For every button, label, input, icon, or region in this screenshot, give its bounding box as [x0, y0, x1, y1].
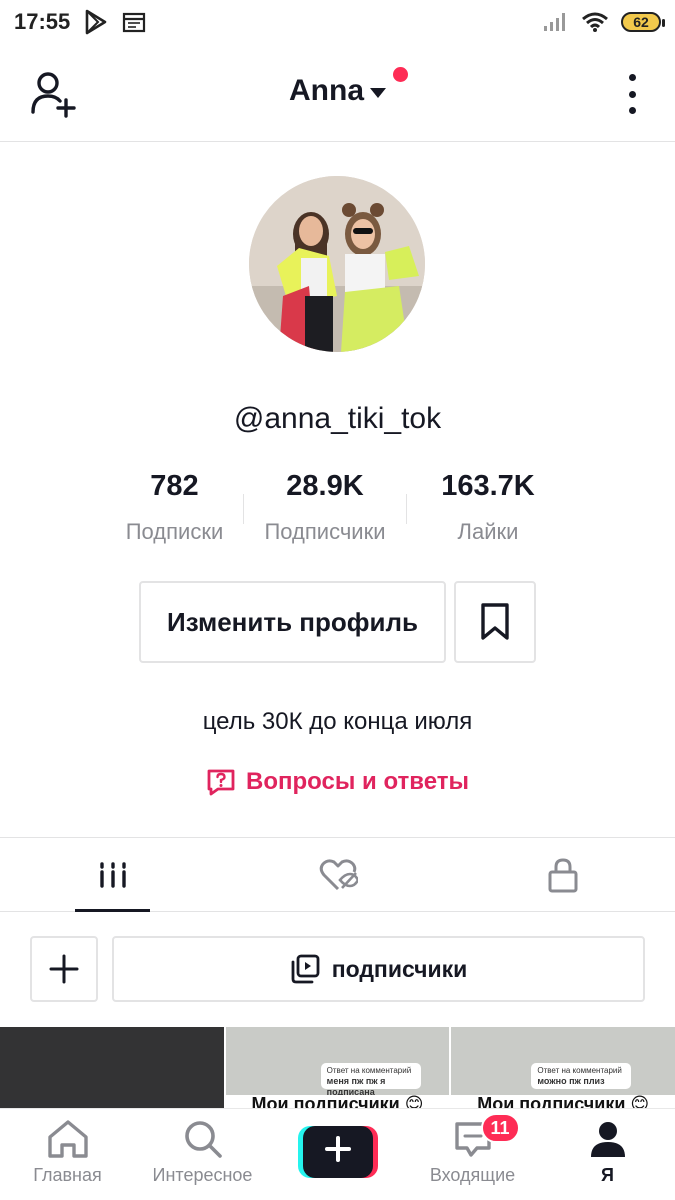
- plus-icon: [324, 1136, 351, 1162]
- favorites-button[interactable]: [454, 581, 536, 663]
- followers-stat[interactable]: 28.9K Подписчики: [244, 470, 406, 545]
- avatar[interactable]: [249, 176, 425, 352]
- video-thumbnail[interactable]: [0, 1027, 224, 1109]
- reply-card-heading: Ответ на комментарий: [326, 1066, 412, 1075]
- playlist-icon: [291, 954, 320, 984]
- create-button[interactable]: [297, 1126, 378, 1178]
- video-caption: Мои подписчики 😊: [251, 1094, 424, 1109]
- bottom-navigation: Главная Интересное Входящие 11 Я: [0, 1108, 675, 1200]
- profile-icon: [590, 1122, 625, 1157]
- reply-card-text: можно пж плиз: [537, 1076, 605, 1086]
- bookmark-icon: [481, 603, 509, 640]
- qa-link[interactable]: Вопросы и ответы: [0, 768, 675, 796]
- edit-profile-button[interactable]: Изменить профиль: [139, 581, 446, 663]
- following-stat[interactable]: 782 Подписки: [106, 470, 243, 545]
- avatar-photo: [249, 176, 425, 352]
- battery-level: 62: [633, 14, 649, 30]
- nav-home-label: Главная: [33, 1165, 102, 1185]
- signal-icon: [544, 13, 565, 31]
- grid-icon: [99, 861, 126, 888]
- wifi-icon: [582, 12, 608, 32]
- nav-inbox-label: Входящие: [429, 1165, 516, 1185]
- comment-reply-card: Ответ на комментарий меня пж пж я подпис…: [320, 1063, 421, 1097]
- status-bar: 17:55 62: [0, 0, 675, 44]
- followers-label: Подписчики: [264, 519, 386, 544]
- video-thumbnail[interactable]: Ответ на комментарий меня пж пж я подпис…: [225, 1027, 450, 1109]
- likes-count: 163.7K: [441, 470, 535, 502]
- playlist-label: подписчики: [331, 955, 468, 982]
- calendar-icon: [123, 12, 146, 33]
- playlist-button[interactable]: подписчики: [112, 936, 645, 1002]
- lock-icon: [548, 857, 577, 892]
- nav-home[interactable]: Главная: [0, 1109, 135, 1200]
- following-label: Подписки: [125, 519, 224, 544]
- content-tabs: [0, 837, 675, 912]
- inbox-badge: 11: [480, 1113, 520, 1143]
- search-icon: [184, 1121, 222, 1158]
- video-thumbnail[interactable]: Ответ на комментарий можно пж плиз Мои п…: [451, 1027, 675, 1109]
- qa-label: Вопросы и ответы: [246, 768, 469, 795]
- tab-private[interactable]: [450, 838, 675, 911]
- likes-stat[interactable]: 163.7K Лайки: [407, 470, 569, 545]
- video-caption: Мои подписчики 😊: [477, 1094, 650, 1109]
- nav-me[interactable]: Я: [540, 1109, 675, 1200]
- battery-indicator: 62: [621, 12, 665, 32]
- chevron-down-icon: [370, 88, 386, 98]
- play-store-icon: [85, 9, 107, 35]
- hidden-heart-icon: [319, 858, 358, 890]
- comment-reply-card: Ответ на комментарий можно пж плиз: [531, 1063, 632, 1089]
- nav-discover[interactable]: Интересное: [135, 1109, 270, 1200]
- nav-discover-label: Интересное: [152, 1165, 253, 1185]
- plus-icon: [49, 954, 79, 984]
- question-bubble-icon: [207, 769, 235, 796]
- profile-bio: цель 30К до конца июля: [202, 708, 473, 735]
- nav-me-label: Я: [601, 1165, 614, 1185]
- more-options-icon[interactable]: [625, 74, 639, 114]
- followers-count: 28.9K: [286, 470, 364, 502]
- home-icon: [47, 1120, 88, 1158]
- nav-inbox[interactable]: Входящие 11: [405, 1109, 540, 1200]
- reply-card-heading: Ответ на комментарий: [537, 1066, 622, 1075]
- following-count: 782: [150, 470, 199, 502]
- add-playlist-button[interactable]: [30, 936, 98, 1002]
- tab-videos[interactable]: [0, 838, 225, 912]
- tab-liked[interactable]: [225, 838, 450, 911]
- account-name: Anna: [289, 74, 364, 107]
- username: @anna_tiki_tok: [233, 402, 442, 435]
- status-time: 17:55: [14, 9, 71, 34]
- video-grid: Ответ на комментарий меня пж пж я подпис…: [0, 1027, 675, 1109]
- profile-stats: 782 Подписки 28.9K Подписчики 163.7K Лай…: [0, 470, 675, 545]
- profile-header: Anna: [0, 44, 675, 142]
- likes-label: Лайки: [457, 519, 519, 544]
- nav-create[interactable]: [270, 1109, 405, 1200]
- account-switcher[interactable]: Anna: [289, 67, 408, 108]
- notification-dot: [393, 67, 408, 82]
